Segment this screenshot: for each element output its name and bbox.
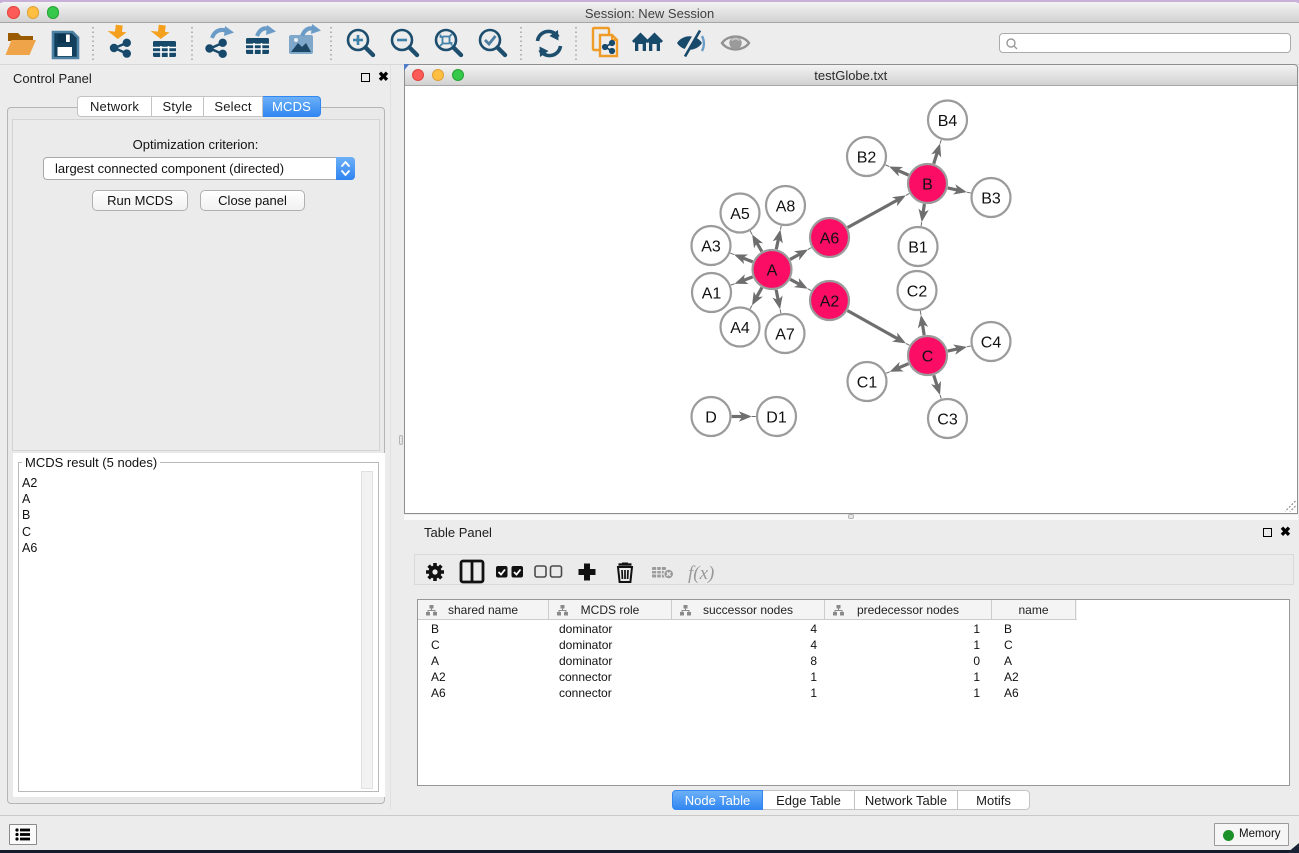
svg-text:A4: A4 bbox=[730, 320, 750, 337]
svg-text:D1: D1 bbox=[766, 409, 787, 426]
svg-text:A2: A2 bbox=[819, 293, 839, 310]
svg-text:A8: A8 bbox=[775, 198, 795, 215]
svg-text:C3: C3 bbox=[937, 411, 958, 428]
svg-text:A6: A6 bbox=[819, 230, 839, 247]
svg-text:A: A bbox=[766, 262, 777, 279]
svg-text:D: D bbox=[705, 409, 717, 426]
svg-text:A5: A5 bbox=[730, 206, 750, 223]
svg-text:B2: B2 bbox=[856, 149, 876, 166]
svg-text:C2: C2 bbox=[906, 283, 927, 300]
svg-text:B4: B4 bbox=[937, 113, 957, 130]
svg-text:C: C bbox=[921, 348, 933, 365]
svg-text:A7: A7 bbox=[775, 326, 795, 343]
svg-text:C4: C4 bbox=[980, 334, 1001, 351]
svg-text:C1: C1 bbox=[856, 374, 877, 391]
svg-text:B3: B3 bbox=[981, 190, 1001, 207]
svg-text:A1: A1 bbox=[701, 285, 721, 302]
svg-text:f(x): f(x) bbox=[688, 563, 714, 584]
svg-text:B1: B1 bbox=[908, 239, 928, 256]
svg-text:B: B bbox=[922, 176, 933, 193]
svg-text:A3: A3 bbox=[701, 238, 721, 255]
